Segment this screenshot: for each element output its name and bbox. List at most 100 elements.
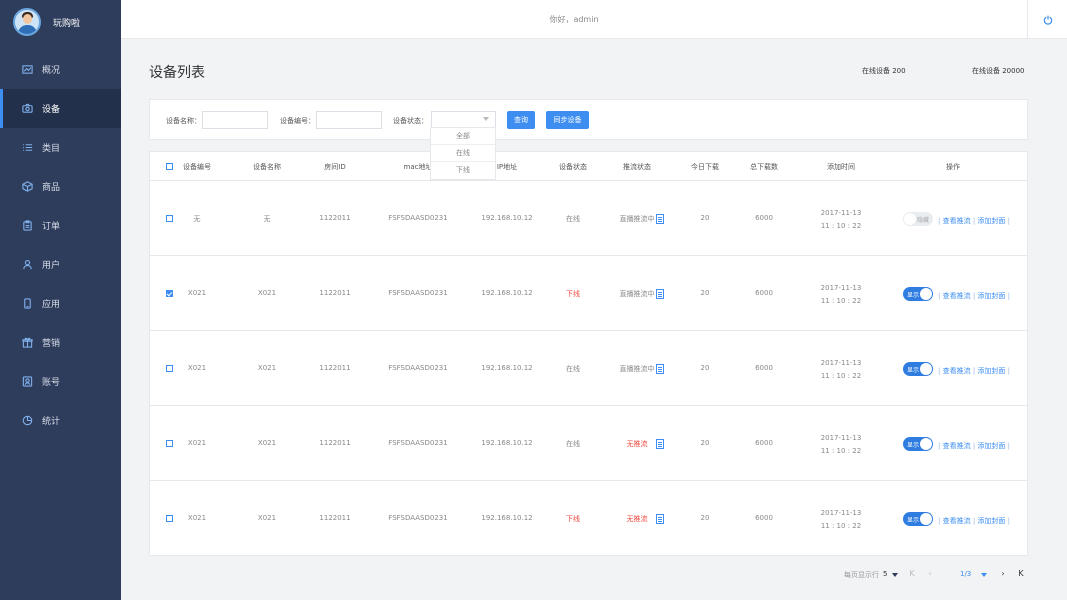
document-icon[interactable] [656, 364, 664, 374]
sidebar-item-label: 概况 [42, 66, 61, 76]
brand: 玩购啦 [0, 0, 121, 44]
cell-added-time: 2017-11-13 11 : 10 : 22 [821, 282, 862, 308]
sidebar-item-label: 订单 [42, 222, 61, 232]
added-date: 2017-11-13 [820, 509, 862, 517]
page-title: 设备列表 [149, 65, 205, 81]
first-page-button[interactable]: K [905, 566, 919, 580]
sidebar-item-8[interactable]: 账号 [0, 362, 121, 401]
sidebar-item-3[interactable]: 商品 [0, 167, 121, 206]
visibility-toggle[interactable]: 隐藏 [903, 212, 933, 226]
cell-ip: 192.168.10.12 [481, 289, 533, 297]
sidebar-item-9[interactable]: 统计 [0, 401, 121, 440]
sidebar-item-label: 营销 [42, 339, 61, 349]
status-option[interactable]: 下线 [431, 162, 495, 179]
document-icon[interactable] [656, 514, 664, 524]
per-page-dropdown[interactable] [892, 571, 898, 579]
sidebar-item-7[interactable]: 营销 [0, 323, 121, 362]
row-checkbox[interactable] [166, 440, 173, 447]
page-dropdown[interactable] [981, 571, 987, 579]
cell-mac: FSFSDAASD0231 [388, 289, 448, 297]
view-stream-link[interactable]: 查看推流 [943, 217, 971, 225]
sidebar: 玩购啦 概况设备 类目商品订单用户 应用营销账号 统计 [0, 0, 121, 600]
cell-number: X021 [187, 364, 207, 372]
visibility-toggle[interactable]: 显示 [903, 287, 933, 301]
status-option[interactable]: 在线 [431, 145, 495, 162]
cell-today: 20 [700, 439, 710, 447]
select-all-checkbox[interactable] [166, 163, 173, 170]
view-stream-link[interactable]: 查看推流 [943, 367, 971, 375]
device-name-input[interactable] [202, 111, 268, 129]
add-cover-link[interactable]: 添加封面 [977, 367, 1005, 375]
cell-stream: 无推流 [626, 515, 648, 523]
cell-mac: FSFSDAASD0231 [388, 364, 448, 372]
cell-mac: FSFSDAASD0231 [388, 514, 448, 522]
user-icon [22, 259, 33, 270]
row-checkbox[interactable] [166, 365, 173, 372]
document-icon[interactable] [656, 214, 664, 224]
cell-name: X021 [257, 514, 277, 522]
toggle-label: 显示 [907, 517, 920, 524]
power-icon [1043, 15, 1052, 25]
added-time: 11 : 10 : 22 [820, 297, 862, 305]
row-checkbox[interactable] [166, 290, 173, 297]
sidebar-item-6[interactable]: 应用 [0, 284, 121, 323]
device-name-label: 设备名称： [166, 117, 201, 125]
list-icon [22, 142, 33, 153]
column-header: 设备编号 [183, 163, 211, 171]
next-page-button[interactable]: › [996, 566, 1010, 580]
cell-name: X021 [257, 364, 277, 372]
visibility-toggle[interactable]: 显示 [903, 437, 933, 451]
column-header: 添加时间 [827, 163, 855, 171]
add-cover-link[interactable]: 添加封面 [977, 217, 1005, 225]
document-icon[interactable] [656, 439, 664, 449]
last-page-button[interactable]: K [1014, 566, 1028, 580]
page-indicator[interactable]: 1/3 [960, 570, 971, 578]
cell-today: 20 [700, 289, 710, 297]
toggle-knob [904, 213, 916, 225]
view-stream-link[interactable]: 查看推流 [943, 442, 971, 450]
cell-mac: FSFSDAASD0231 [388, 439, 448, 447]
table-row: X021 X021 1122011 FSFSDAASD0231 192.168.10.1… [150, 481, 1027, 556]
add-cover-link[interactable]: 添加封面 [977, 517, 1005, 525]
column-header: IP地址 [496, 163, 518, 171]
sidebar-item-label: 商品 [42, 183, 61, 193]
table-header: 设备编号 设备名称 房间ID mac地址 IP地址 设备状态 推流状态 今日下载 总下载数 添加时… [150, 152, 1027, 181]
cell-today: 20 [700, 364, 710, 372]
cell-status: 下线 [566, 515, 580, 523]
status-option[interactable]: 全部 [431, 128, 495, 145]
cell-today: 20 [700, 214, 710, 222]
sidebar-item-4[interactable]: 订单 [0, 206, 121, 245]
column-header: 房间ID [324, 163, 346, 171]
per-page-value[interactable]: 5 [883, 570, 887, 578]
cell-total: 6000 [755, 214, 773, 222]
table-row: X021 X021 1122011 FSFSDAASD0231 192.168.10.1… [150, 256, 1027, 331]
visibility-toggle[interactable]: 显示 [903, 512, 933, 526]
view-stream-link[interactable]: 查看推流 [943, 517, 971, 525]
sidebar-item-2[interactable]: 类目 [0, 128, 121, 167]
row-checkbox[interactable] [166, 515, 173, 522]
cell-number: X021 [187, 439, 207, 447]
avatar[interactable] [13, 8, 41, 36]
add-cover-link[interactable]: 添加封面 [977, 442, 1005, 450]
document-icon[interactable] [656, 289, 664, 299]
device-number-input[interactable] [316, 111, 382, 129]
sidebar-item-0[interactable]: 概况 [0, 50, 121, 89]
view-stream-link[interactable]: 查看推流 [943, 292, 971, 300]
added-time: 11 : 10 : 22 [820, 522, 862, 530]
added-date: 2017-11-13 [820, 359, 862, 367]
cell-ip: 192.168.10.12 [481, 439, 533, 447]
sidebar-item-1[interactable]: 设备 [0, 89, 121, 128]
sidebar-item-5[interactable]: 用户 [0, 245, 121, 284]
cell-room: 1122011 [319, 214, 351, 222]
prev-page-button[interactable]: ‹ [923, 566, 937, 580]
query-button[interactable]: 查询 [507, 111, 535, 129]
brand-name: 玩购啦 [53, 18, 81, 29]
add-cover-link[interactable]: 添加封面 [977, 292, 1005, 300]
column-header: 推流状态 [623, 163, 651, 171]
row-checkbox[interactable] [166, 215, 173, 222]
sync-devices-button[interactable]: 同步设备 [546, 111, 589, 129]
logout-button[interactable] [1027, 0, 1067, 39]
visibility-toggle[interactable]: 显示 [903, 362, 933, 376]
cell-number: X021 [187, 289, 207, 297]
added-time: 11 : 10 : 22 [820, 222, 862, 230]
